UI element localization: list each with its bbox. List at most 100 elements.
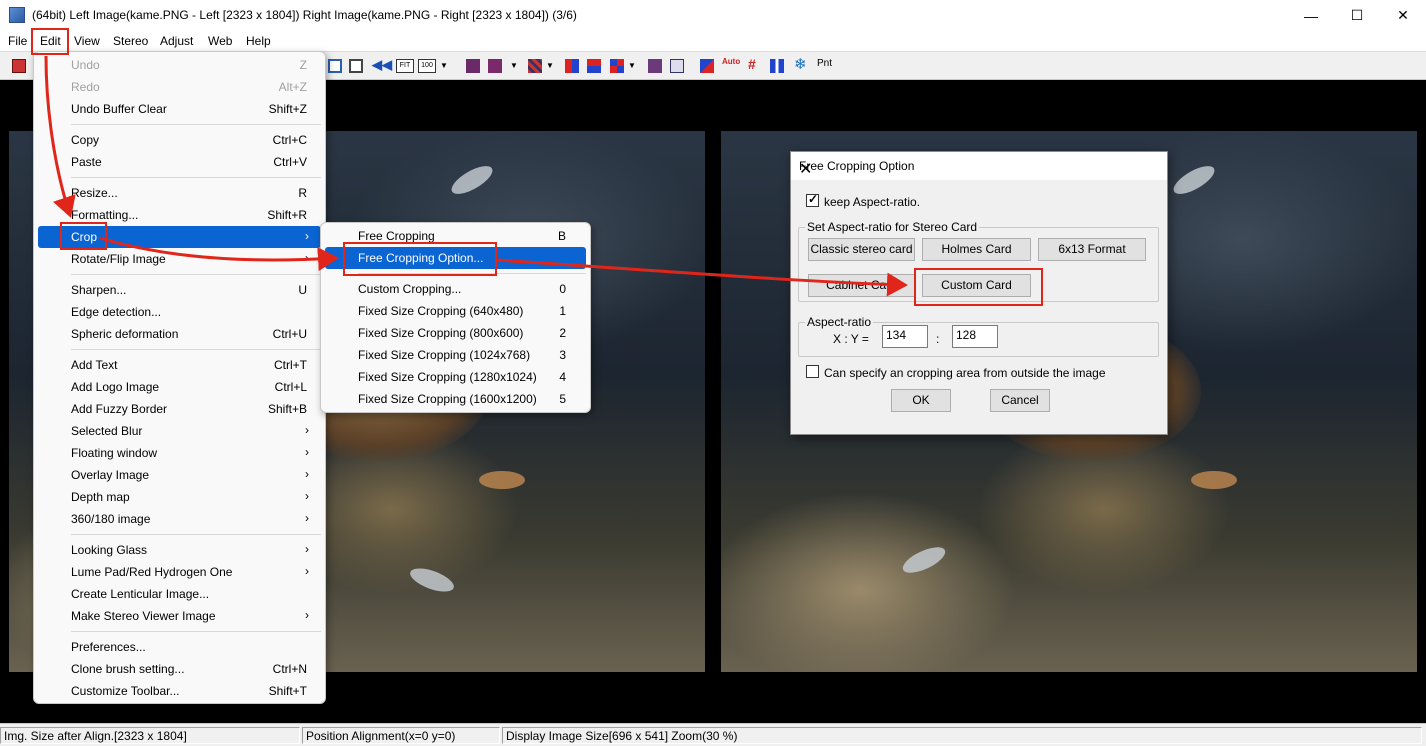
quad-icon[interactable] bbox=[610, 59, 624, 73]
keep-aspect-checkbox[interactable] bbox=[806, 192, 819, 207]
status-bar: Img. Size after Align.[2323 x 1804] Posi… bbox=[0, 723, 1426, 746]
submenu-item-fixed-1600[interactable]: Fixed Size Cropping (1600x1200) 5 bbox=[325, 388, 586, 410]
submenu-item-fixed-1280[interactable]: Fixed Size Cropping (1280x1024) 4 bbox=[325, 366, 586, 388]
menu-stereo[interactable]: Stereo bbox=[113, 34, 148, 48]
grid-icon[interactable]: # bbox=[748, 56, 762, 72]
menu-item-copy[interactable]: Copy Ctrl+C bbox=[38, 129, 321, 151]
xy-label: X : Y = bbox=[833, 332, 869, 346]
interlace-dropdown-icon[interactable]: ▼ bbox=[546, 61, 556, 75]
fish-shape bbox=[1169, 160, 1219, 200]
menu-separator bbox=[71, 349, 321, 350]
x-ratio-input[interactable]: 134 bbox=[882, 325, 928, 348]
annotation-box-custom-card bbox=[914, 268, 1043, 306]
menu-item-edge-detection[interactable]: Edge detection... bbox=[38, 301, 321, 323]
menu-view[interactable]: View bbox=[74, 34, 100, 48]
menu-web[interactable]: Web bbox=[208, 34, 232, 48]
menu-separator bbox=[71, 177, 321, 178]
over-under-icon[interactable] bbox=[587, 59, 601, 73]
quad-dropdown-icon[interactable]: ▼ bbox=[628, 61, 638, 75]
menu-item-undo-buffer-clear[interactable]: Undo Buffer Clear Shift+Z bbox=[38, 98, 321, 120]
status-position-alignment: Position Alignment(x=0 y=0) bbox=[302, 727, 500, 744]
open-icon[interactable] bbox=[12, 59, 26, 73]
menu-adjust[interactable]: Adjust bbox=[160, 34, 193, 48]
menu-item-looking-glass[interactable]: Looking Glass › bbox=[38, 539, 321, 561]
menu-item-add-text[interactable]: Add Text Ctrl+T bbox=[38, 354, 321, 376]
submenu-item-fixed-800[interactable]: Fixed Size Cropping (800x600) 2 bbox=[325, 322, 586, 344]
mirror-icon[interactable] bbox=[648, 59, 662, 73]
holmes-card-button[interactable]: Holmes Card bbox=[922, 238, 1031, 261]
menu-item-rotate-flip[interactable]: Rotate/Flip Image › bbox=[38, 248, 321, 270]
snowflake-icon[interactable]: ❄ bbox=[794, 55, 808, 73]
chevron-right-icon: › bbox=[305, 467, 309, 481]
menu-item-add-fuzzy-border[interactable]: Add Fuzzy Border Shift+B bbox=[38, 398, 321, 420]
swap-icon[interactable]: ◀◀ bbox=[372, 57, 392, 72]
zoom-dropdown-icon[interactable]: ▼ bbox=[440, 61, 450, 75]
menu-item-360-180-image[interactable]: 360/180 image › bbox=[38, 508, 321, 530]
split-icon[interactable] bbox=[770, 59, 784, 73]
menu-item-resize[interactable]: Resize... R bbox=[38, 182, 321, 204]
anaglyph-dropdown-icon[interactable]: ▼ bbox=[510, 61, 520, 75]
title-bar: (64bit) Left Image(kame.PNG - Left [2323… bbox=[0, 0, 1426, 31]
menu-item-overlay-image[interactable]: Overlay Image › bbox=[38, 464, 321, 486]
window-title: (64bit) Left Image(kame.PNG - Left [2323… bbox=[32, 8, 577, 22]
anaglyph-icon[interactable] bbox=[466, 59, 480, 73]
minimize-button[interactable]: — bbox=[1288, 0, 1334, 31]
print-icon[interactable]: Pnt bbox=[817, 58, 837, 72]
fish-shape bbox=[407, 563, 457, 597]
annotation-box-crop bbox=[60, 222, 107, 250]
menu-item-selected-blur[interactable]: Selected Blur › bbox=[38, 420, 321, 442]
classic-stereo-card-button[interactable]: Classic stereo card bbox=[808, 238, 915, 261]
aspect-ratio-group-label: Aspect-ratio bbox=[805, 315, 874, 329]
menu-item-sharpen[interactable]: Sharpen... U bbox=[38, 279, 321, 301]
chevron-right-icon: › bbox=[305, 608, 309, 622]
menu-item-floating-window[interactable]: Floating window › bbox=[38, 442, 321, 464]
cabinet-card-button[interactable]: Cabinet Card bbox=[808, 274, 915, 297]
interlace-icon[interactable] bbox=[528, 59, 542, 73]
submenu-item-fixed-640[interactable]: Fixed Size Cropping (640x480) 1 bbox=[325, 300, 586, 322]
maximize-button[interactable]: ☐ bbox=[1334, 0, 1380, 31]
menu-item-create-lenticular[interactable]: Create Lenticular Image... bbox=[38, 583, 321, 605]
outside-image-checkbox[interactable] bbox=[806, 365, 819, 378]
close-button[interactable]: ✕ bbox=[1380, 0, 1426, 31]
menu-item-spheric-deformation[interactable]: Spheric deformation Ctrl+U bbox=[38, 323, 321, 345]
fish-shape bbox=[899, 542, 949, 578]
fish-shape bbox=[447, 160, 497, 200]
fit-icon[interactable]: FIT bbox=[396, 59, 414, 73]
menu-item-depth-map[interactable]: Depth map › bbox=[38, 486, 321, 508]
submenu-item-fixed-1024[interactable]: Fixed Size Cropping (1024x768) 3 bbox=[325, 344, 586, 366]
chevron-right-icon: › bbox=[305, 229, 309, 243]
submenu-item-custom-cropping[interactable]: Custom Cropping... 0 bbox=[325, 278, 586, 300]
menu-bar: File Edit View Stereo Adjust Web Help bbox=[0, 31, 1426, 51]
fit-window-icon[interactable] bbox=[349, 59, 363, 73]
menu-item-clone-brush[interactable]: Clone brush setting... Ctrl+N bbox=[38, 658, 321, 680]
menu-item-customize-toolbar[interactable]: Customize Toolbar... Shift+T bbox=[38, 680, 321, 702]
chevron-right-icon: › bbox=[305, 489, 309, 503]
cancel-button[interactable]: Cancel bbox=[990, 389, 1050, 412]
side-by-side-icon[interactable] bbox=[565, 59, 579, 73]
chevron-right-icon: › bbox=[305, 445, 309, 459]
menu-item-preferences[interactable]: Preferences... bbox=[38, 636, 321, 658]
frame-icon[interactable] bbox=[328, 59, 342, 73]
menu-item-lume-pad[interactable]: Lume Pad/Red Hydrogen One › bbox=[38, 561, 321, 583]
menu-item-make-stereo-viewer[interactable]: Make Stereo Viewer Image › bbox=[38, 605, 321, 627]
glasses-icon[interactable] bbox=[670, 59, 684, 73]
outside-image-label: Can specify an cropping area from outsid… bbox=[824, 366, 1106, 380]
menu-help[interactable]: Help bbox=[246, 34, 271, 48]
auto-icon[interactable]: Auto bbox=[722, 57, 742, 71]
y-ratio-input[interactable]: 128 bbox=[952, 325, 998, 348]
zoom-100-icon[interactable]: 100 bbox=[418, 59, 436, 73]
dialog-close-icon[interactable]: ✕ bbox=[799, 159, 1159, 179]
menu-file[interactable]: File bbox=[8, 34, 27, 48]
menu-item-add-logo[interactable]: Add Logo Image Ctrl+L bbox=[38, 376, 321, 398]
menu-item-redo[interactable]: Redo Alt+Z bbox=[38, 76, 321, 98]
keep-aspect-label: keep Aspect-ratio. bbox=[824, 195, 921, 209]
menu-item-undo[interactable]: Undo Z bbox=[38, 54, 321, 76]
auto-align-icon[interactable] bbox=[700, 59, 714, 73]
ok-button[interactable]: OK bbox=[891, 389, 951, 412]
chevron-right-icon: › bbox=[305, 251, 309, 265]
menu-separator bbox=[71, 124, 321, 125]
status-display-size: Display Image Size[696 x 541] Zoom(30 %) bbox=[502, 727, 1422, 744]
menu-item-paste[interactable]: Paste Ctrl+V bbox=[38, 151, 321, 173]
6x13-format-button[interactable]: 6x13 Format bbox=[1038, 238, 1146, 261]
anaglyph-2-icon[interactable] bbox=[488, 59, 502, 73]
